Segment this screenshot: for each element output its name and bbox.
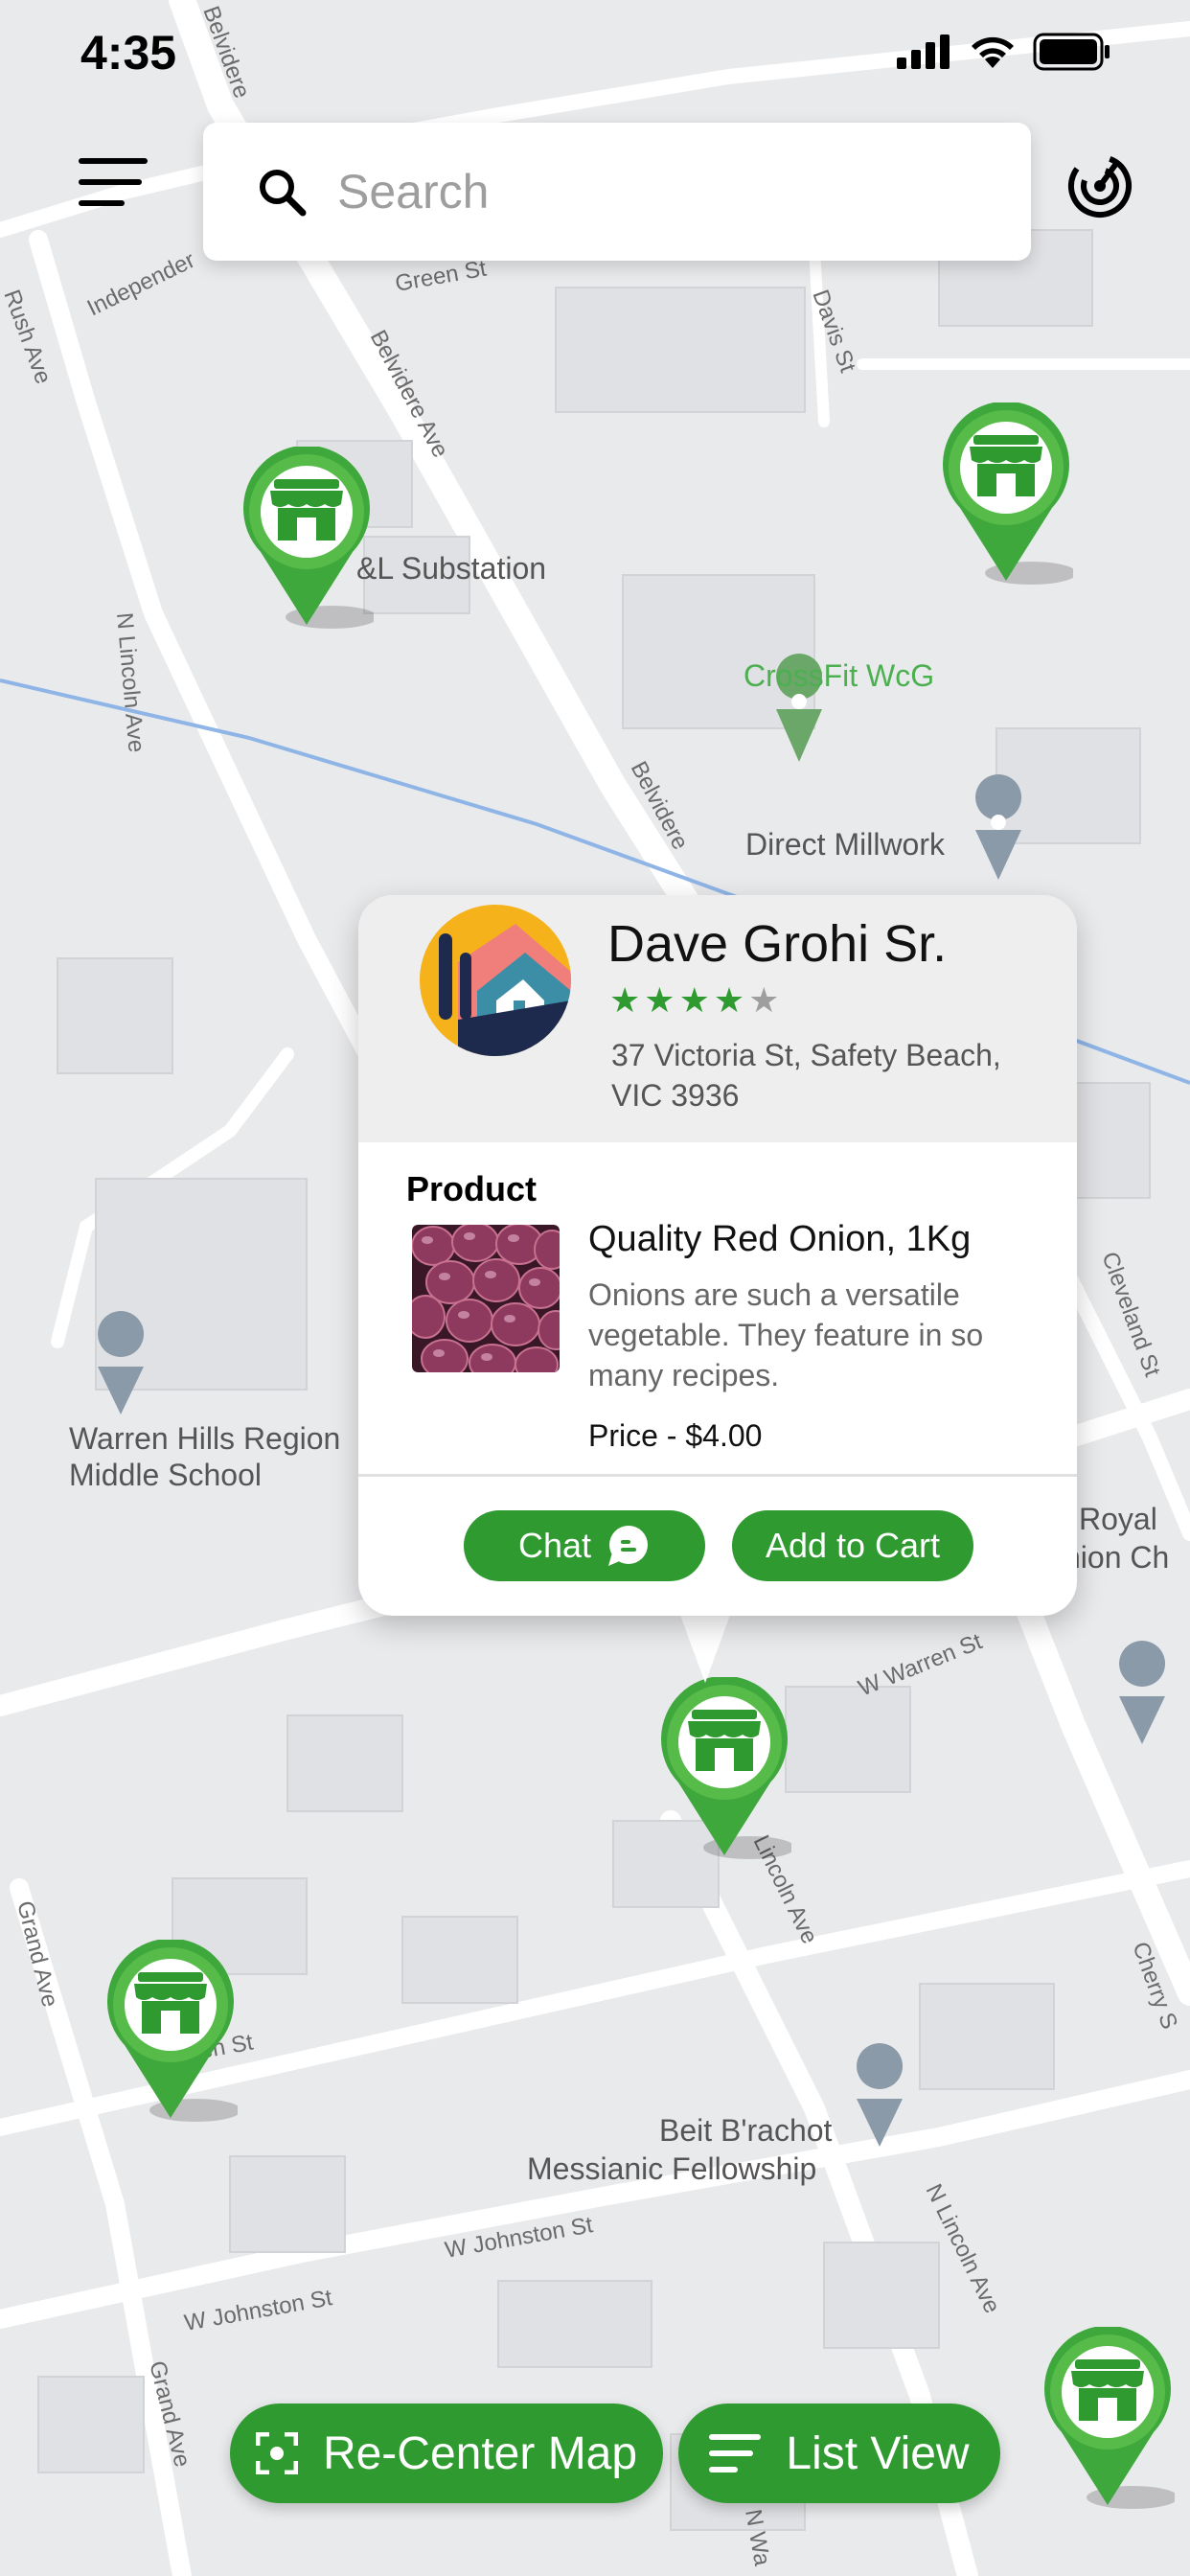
chat-button[interactable]: Chat [464,1510,705,1581]
recenter-map-button[interactable]: Re-Center Map [230,2404,663,2503]
map-place-label: Royal [1079,1502,1157,1536]
star-filled-icon: ★ [609,980,641,1020]
hamburger-menu-icon [79,158,148,164]
seller-address: 37 Victoria St, Safety Beach, VIC 3936 [611,1038,1001,1113]
status-icons [897,33,1111,71]
product-heading: Product [406,1169,538,1208]
store-pin-icon [134,1972,207,2034]
add-to-cart-button[interactable]: Add to Cart [732,1510,973,1581]
store-pin-icon [1071,2359,1144,2421]
recenter-icon [255,2432,298,2474]
seller-name: Dave Grohi Sr. [607,915,948,973]
store-pin-2[interactable] [939,402,1073,585]
seller-header: Dave Grohi Sr. ★ ★ ★ ★ ★ 37 Victoria St, Saf… [358,895,1077,1142]
map-place-label: nion Ch [1064,1540,1169,1575]
map-place-label: Warren Hills Region [69,1421,340,1456]
map-place-label: Beit B'rachot [659,2113,833,2148]
seller-rating: ★ ★ ★ ★ ★ [609,983,779,1018]
product-price: Price - $4.00 [588,1418,763,1453]
chat-button-label: Chat [517,1526,592,1565]
store-pin-icon [688,1710,761,1771]
popup-pointer [678,1610,732,1683]
list-view-label: List View [786,2427,970,2479]
store-pin-4[interactable] [103,1940,238,2122]
star-empty-icon: ★ [748,980,780,1020]
store-pin-1[interactable] [240,447,374,629]
list-view-button[interactable]: List View [678,2404,1000,2503]
list-icon [709,2434,762,2472]
menu-button[interactable] [79,158,148,206]
store-pin-3[interactable] [657,1677,791,1859]
map-place-label: Messianic Fellowship [527,2151,816,2186]
product-description: Onions are such a versatile vegetable. T… [588,1277,984,1392]
status-time: 4:35 [80,26,177,80]
seller-avatar [420,905,571,1056]
map-place-label: Middle School [69,1458,262,1492]
divider [358,1474,1077,1477]
star-filled-icon: ★ [644,980,675,1020]
recenter-map-label: Re-Center Map [322,2427,638,2479]
store-pin-icon [970,435,1042,496]
chat-bubble-icon [608,1526,649,1566]
map-place-label: CrossFit WcG [744,658,934,693]
store-pin-icon [270,479,343,540]
map-place-label: &L Substation [356,551,546,586]
store-pin-5[interactable] [1041,2327,1175,2509]
search-icon [260,170,307,217]
battery-icon [1033,33,1110,71]
product-image [412,1225,560,1372]
cellular-signal-icon [897,34,950,69]
map-place-label: Direct Millwork [745,827,946,862]
product-title: Quality Red Onion, 1Kg [588,1219,972,1259]
store-popup-card: Dave Grohi Sr. ★ ★ ★ ★ ★ 37 Victoria St, Saf… [358,895,1077,1616]
search-bar[interactable] [203,123,1031,261]
wifi-icon [972,36,1014,68]
star-filled-icon: ★ [713,980,745,1020]
radar-icon[interactable] [1065,151,1134,220]
search-input[interactable] [335,163,952,220]
star-filled-icon: ★ [678,980,710,1020]
